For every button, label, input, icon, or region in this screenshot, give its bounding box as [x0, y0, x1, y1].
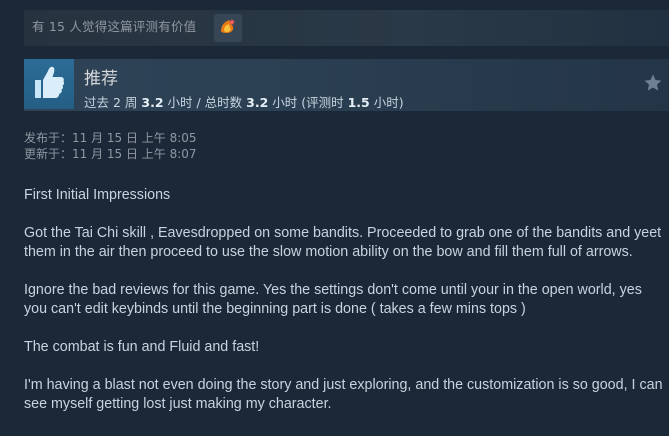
review-header: 推荐 过去 2 周 3.2 小时 / 总时数 3.2 小时 (评测时 1.5 小…	[24, 59, 669, 111]
helpful-bar: 有 15 人觉得这篇评测有价值	[24, 10, 669, 46]
playtime-text-3: 小时 (评测时	[268, 95, 348, 110]
playtime-at-review-hours: 1.5	[347, 95, 370, 110]
playtime-text-1: 过去 2 周	[84, 95, 142, 110]
review-paragraph: The combat is fun and Fluid and fast!	[24, 339, 260, 355]
playtime-text-2: 小时 / 总时数	[163, 95, 247, 110]
recommendation-title: 推荐	[84, 69, 118, 89]
award-button[interactable]	[214, 14, 242, 42]
playtime-info: 过去 2 周 3.2 小时 / 总时数 3.2 小时 (评测时 1.5 小时)	[84, 92, 404, 111]
playtime-recent-hours: 3.2	[141, 95, 164, 110]
star-button[interactable]	[643, 73, 663, 93]
review-paragraph: First Initial Impressions	[24, 187, 171, 203]
playtime-total-hours: 3.2	[246, 95, 269, 110]
posted-date: 发布于：11 月 15 日 上午 8:05	[24, 131, 197, 145]
review-paragraph: Got the Tai Chi skill , Eavesdropped on …	[24, 225, 662, 260]
star-icon	[643, 74, 663, 97]
recommendation-thumb	[24, 59, 74, 109]
award-icon	[218, 16, 238, 40]
review-dates: 发布于：11 月 15 日 上午 8:05 更新于：11 月 15 日 上午 8…	[24, 130, 197, 162]
review-body: First Initial Impressions Got the Tai Ch…	[24, 186, 666, 433]
thumbs-up-icon	[29, 62, 69, 106]
helpful-count-text: 有 15 人觉得这篇评测有价值	[32, 19, 197, 34]
review-paragraph: I'm having a blast not even doing the st…	[24, 377, 663, 412]
updated-date: 更新于：11 月 15 日 上午 8:07	[24, 147, 197, 161]
review-paragraph: Ignore the bad reviews for this game. Ye…	[24, 282, 642, 317]
playtime-text-4: 小时)	[369, 95, 404, 110]
